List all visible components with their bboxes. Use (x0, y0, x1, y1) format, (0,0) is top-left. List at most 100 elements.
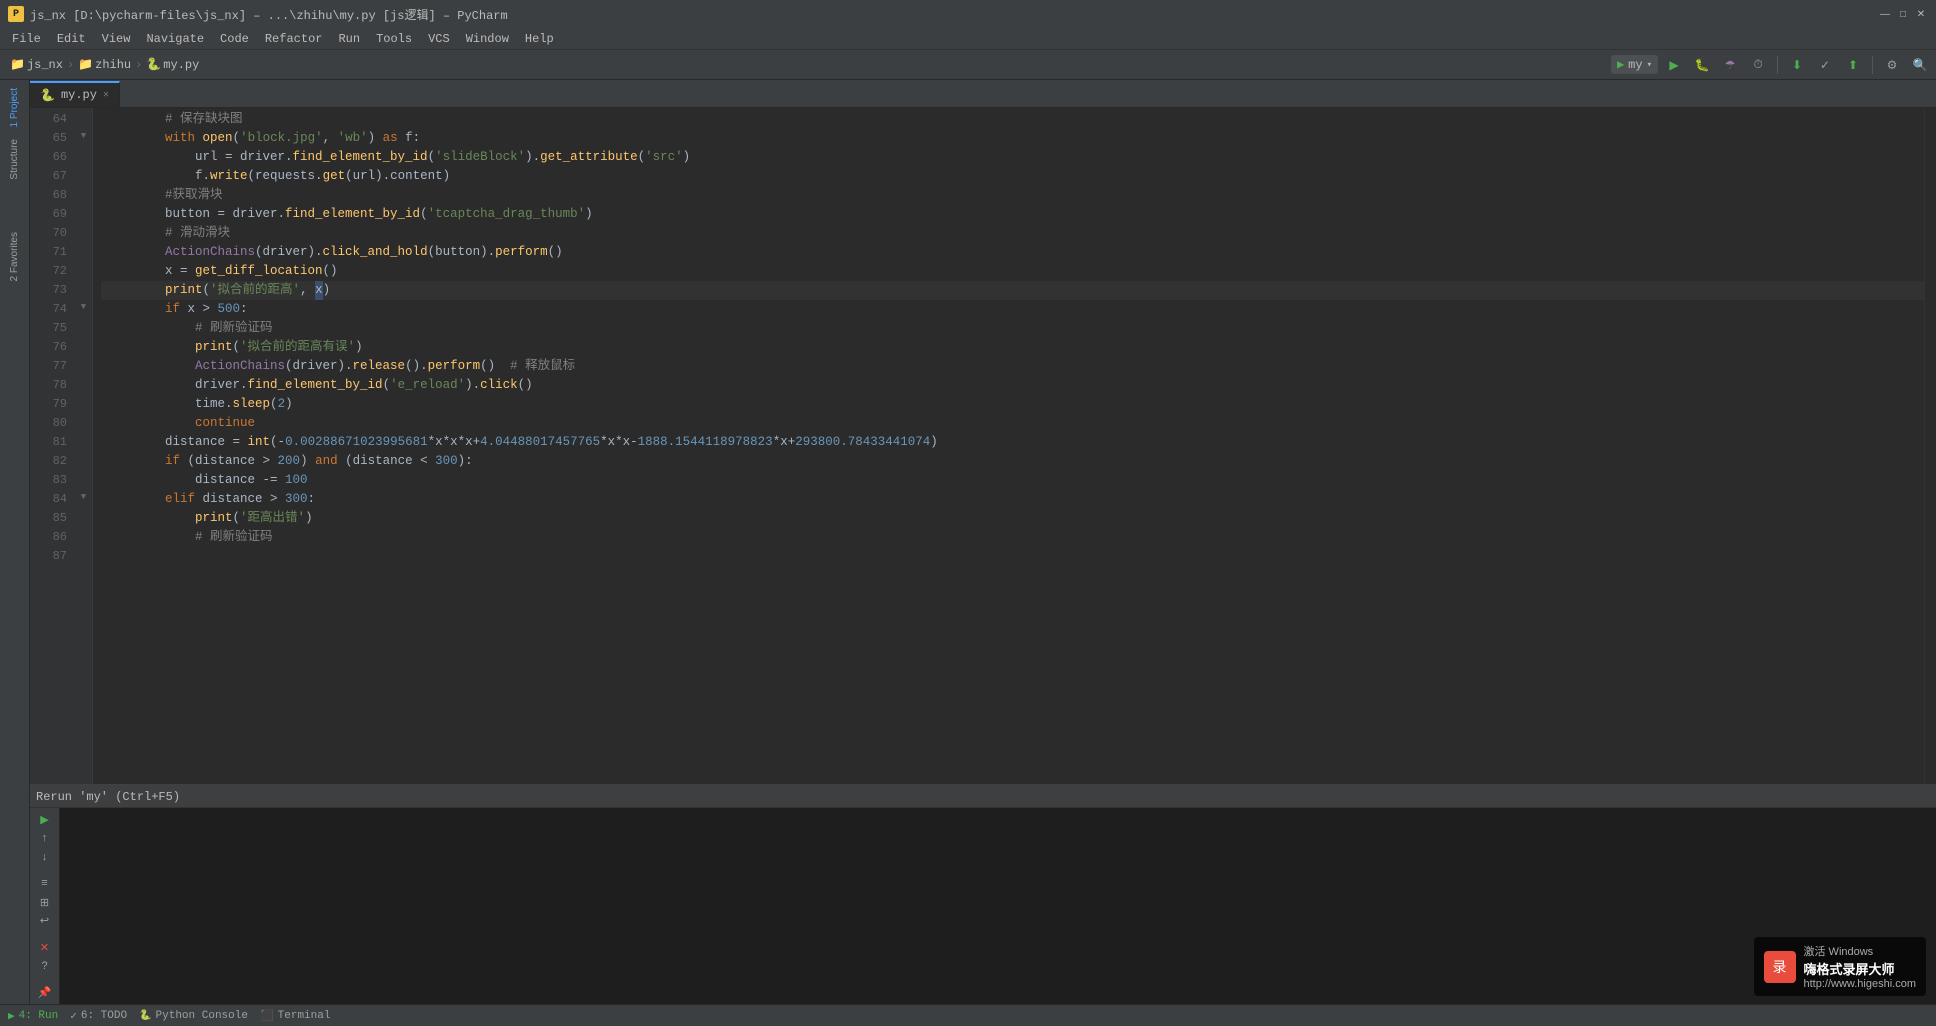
menu-file[interactable]: File (4, 30, 49, 48)
editor-container: 🐍 my.py ✕ 64 65 66 67 68 69 70 71 72 73 … (30, 80, 1936, 1004)
code-line-66: url = driver.find_element_by_id('slideBl… (101, 148, 1924, 167)
breadcrumb-project[interactable]: 📁 js_nx (10, 57, 63, 72)
vcs-update-button[interactable]: ⬇ (1785, 53, 1809, 77)
run-stop-button[interactable]: ↑ (33, 831, 57, 846)
search-button[interactable]: 🔍 (1908, 53, 1932, 77)
watermark-text: 激活 Windows 嗨格式录屏大师 http://www.higeshi.co… (1804, 943, 1917, 990)
favorites-tool-button[interactable]: 2 Favorites (7, 228, 22, 285)
run-toolbar: ▶ ↑ ↓ ≡ ⊞ ↩ ✕ ? 📌 (30, 808, 60, 1004)
main-area: 1 Project Structure 2 Favorites 🐍 my.py … (0, 80, 1936, 1004)
minimize-button[interactable]: — (1878, 7, 1892, 21)
code-line-67: f.write(requests.get(url).content) (101, 167, 1924, 186)
maximize-button[interactable]: □ (1896, 7, 1910, 21)
code-line-64: # 保存缺块图 (101, 110, 1924, 129)
code-area[interactable]: # 保存缺块图 with open('block.jpg', 'wb') as … (93, 108, 1924, 784)
run-output (60, 808, 1936, 1004)
tab-close-button[interactable]: ✕ (103, 89, 109, 101)
run-status-label: 4: Run (19, 1010, 59, 1022)
tab-mypy[interactable]: 🐍 my.py ✕ (30, 81, 120, 107)
python-console-button[interactable]: 🐍 Python Console (139, 1010, 248, 1022)
window-title: js_nx [D:\pycharm-files\js_nx] – ...\zhi… (30, 6, 508, 23)
fold-button-84[interactable]: ▼ (81, 488, 86, 507)
code-line-82: distance = int(-0.00288671023995681*x*x*… (101, 433, 1924, 452)
menu-window[interactable]: Window (458, 30, 517, 48)
run-config-selector[interactable]: ▶ my ▾ (1611, 55, 1658, 74)
editor-content: 64 65 66 67 68 69 70 71 72 73 74 75 76 7… (30, 108, 1936, 784)
fold-gutter: ▼ ▼ ▼ (75, 108, 93, 784)
menu-navigate[interactable]: Navigate (138, 30, 212, 48)
structure-tool-button[interactable]: Structure (7, 135, 22, 184)
rerun-bar: Rerun 'my' (Ctrl+F5) (30, 786, 1936, 808)
python-console-icon: 🐍 (139, 1010, 151, 1022)
tab-bar: 🐍 my.py ✕ (30, 80, 1936, 108)
sidebar-icons: 1 Project Structure 2 Favorites (0, 80, 30, 1004)
breadcrumb: 📁 js_nx › 📁 zhihu › 🐍 my.py (10, 57, 199, 72)
todo-label: 6: TODO (81, 1010, 127, 1022)
profile-button[interactable]: ⏱ (1746, 53, 1770, 77)
close-button[interactable]: ✕ (1914, 7, 1928, 21)
terminal-icon: ⬛ (260, 1009, 274, 1023)
menu-code[interactable]: Code (212, 30, 257, 48)
run-status-button[interactable]: ▶ 4: Run (8, 1009, 58, 1023)
menu-help[interactable]: Help (517, 30, 562, 48)
code-line-70: # 滑动滑块 (101, 224, 1924, 243)
code-line-79: time.sleep(2) (101, 395, 1924, 414)
watermark: 录 激活 Windows 嗨格式录屏大师 http://www.higeshi.… (1754, 937, 1927, 996)
menu-run[interactable]: Run (330, 30, 368, 48)
breadcrumb-file[interactable]: 🐍 my.py (146, 57, 199, 72)
menu-view[interactable]: View (94, 30, 139, 48)
fold-button-74[interactable]: ▼ (81, 298, 86, 317)
debug-button[interactable]: 🐛 (1690, 53, 1714, 77)
settings-button[interactable]: ⚙ (1880, 53, 1904, 77)
status-bar: ▶ 4: Run ✓ 6: TODO 🐍 Python Console ⬛ Te… (0, 1004, 1936, 1026)
right-gutter (1924, 108, 1936, 784)
menu-bar: File Edit View Navigate Code Refactor Ru… (0, 28, 1936, 50)
rerun-label: Rerun 'my' (Ctrl+F5) (36, 790, 180, 804)
run-settings-button[interactable]: ⊞ (33, 895, 57, 910)
run-help-button[interactable]: ? (33, 959, 57, 974)
run-button[interactable]: ▶ (1662, 53, 1686, 77)
code-line-87: # 刷新验证码 (101, 528, 1924, 547)
title-bar-controls: — □ ✕ (1878, 7, 1928, 21)
run-clear-button[interactable]: ✕ (33, 940, 57, 955)
menu-vcs[interactable]: VCS (420, 30, 458, 48)
separator2 (1872, 56, 1873, 74)
run-pin-button[interactable]: 📌 (33, 985, 57, 1000)
vcs-push-button[interactable]: ⬆ (1841, 53, 1865, 77)
terminal-label: Terminal (278, 1010, 331, 1022)
python-console-label: Python Console (156, 1010, 248, 1022)
code-line-81: continue (101, 414, 1924, 433)
toolbar: 📁 js_nx › 📁 zhihu › 🐍 my.py ▶ my ▾ ▶ 🐛 ☂… (0, 50, 1936, 80)
code-line-85: elif distance > 300: (101, 490, 1924, 509)
vcs-commit-button[interactable]: ✓ (1813, 53, 1837, 77)
line-numbers: 64 65 66 67 68 69 70 71 72 73 74 75 76 7… (30, 108, 75, 784)
title-bar: P js_nx [D:\pycharm-files\js_nx] – ...\z… (0, 0, 1936, 28)
todo-status-button[interactable]: ✓ 6: TODO (70, 1009, 127, 1023)
menu-refactor[interactable]: Refactor (257, 30, 331, 48)
coverage-button[interactable]: ☂ (1718, 53, 1742, 77)
run-filter-button[interactable]: ≡ (33, 876, 57, 891)
menu-edit[interactable]: Edit (49, 30, 94, 48)
code-line-65: with open('block.jpg', 'wb') as f: (101, 129, 1924, 148)
watermark-icon: 录 (1764, 951, 1796, 983)
code-line-71: ActionChains(driver).click_and_hold(butt… (101, 243, 1924, 262)
code-line-75: # 刷新验证码 (101, 319, 1924, 338)
toolbar-right: ▶ my ▾ ▶ 🐛 ☂ ⏱ ⬇ ✓ ⬆ ⚙ 🔍 (1611, 53, 1932, 77)
run-scroll-button[interactable]: ↓ (33, 849, 57, 864)
app-icon: P (8, 6, 24, 22)
terminal-button[interactable]: ⬛ Terminal (260, 1009, 331, 1023)
run-status-icon: ▶ (8, 1009, 15, 1023)
project-tool-button[interactable]: 1 Project (7, 84, 22, 131)
code-line-72: x = get_diff_location() (101, 262, 1924, 281)
code-line-78: driver.find_element_by_id('e_reload').cl… (101, 376, 1924, 395)
status-left: ▶ 4: Run ✓ 6: TODO 🐍 Python Console ⬛ Te… (8, 1009, 330, 1023)
menu-tools[interactable]: Tools (368, 30, 420, 48)
code-line-73: print('拟合前的距高', x) (101, 281, 1924, 300)
title-bar-left: P js_nx [D:\pycharm-files\js_nx] – ...\z… (8, 6, 508, 23)
bottom-panel: Rerun 'my' (Ctrl+F5) ▶ ↑ ↓ ≡ ⊞ ↩ ✕ ? 📌 (30, 784, 1936, 1004)
run-rerun-button[interactable]: ▶ (33, 812, 57, 827)
code-line-84: distance -= 100 (101, 471, 1924, 490)
fold-button[interactable]: ▼ (81, 127, 86, 146)
run-wrap-button[interactable]: ↩ (33, 913, 57, 928)
breadcrumb-folder[interactable]: 📁 zhihu (78, 57, 131, 72)
